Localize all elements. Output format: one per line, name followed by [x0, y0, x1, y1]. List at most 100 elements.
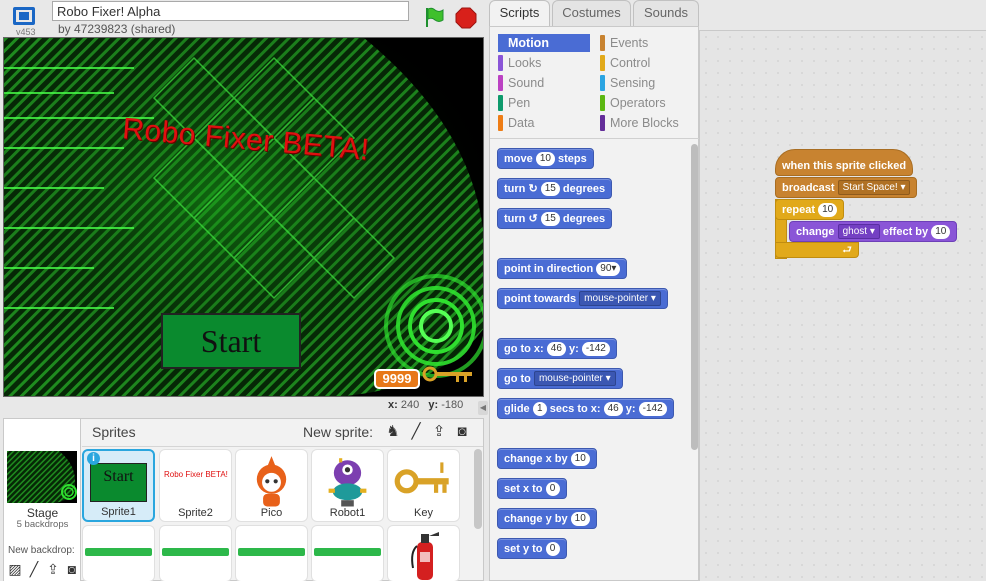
stop-icon[interactable] [455, 7, 477, 29]
stage-label: Stage [26, 506, 59, 520]
category-control[interactable]: Control [600, 54, 692, 72]
category-sound[interactable]: Sound [498, 74, 590, 92]
stage-selector[interactable]: Stage 5 backdrops New backdrop: ▨ ╱ ⇪ ◙ [4, 419, 81, 581]
turn-left-icon: ↺ [528, 213, 538, 225]
block-move-steps[interactable]: move 10 steps [497, 148, 594, 169]
turn-right-icon: ↻ [528, 183, 538, 195]
scripts-area[interactable]: when this sprite clicked broadcast Start… [699, 30, 986, 581]
upload-sprite-icon[interactable]: ⇪ [430, 423, 448, 441]
sprites-header: Sprites New sprite: ♞ ╱ ⇪ ◙ [82, 419, 483, 447]
camera-icon[interactable]: ◙ [64, 561, 80, 577]
sprite-tile-robot1[interactable]: Robot1 [311, 449, 384, 522]
category-operators[interactable]: Operators [600, 94, 692, 112]
key-thumbnail [394, 462, 449, 494]
tab-costumes[interactable]: Costumes [552, 0, 631, 26]
green-flag-icon[interactable] [423, 6, 445, 28]
info-icon[interactable]: i [87, 452, 100, 465]
sprite-list-scrollbar[interactable] [474, 449, 482, 529]
brush-icon[interactable]: ╱ [26, 561, 42, 577]
broadcast-block[interactable]: broadcast Start Space! ▾ [775, 177, 918, 198]
category-swatch [600, 55, 605, 71]
category-motion[interactable]: Motion [498, 34, 590, 52]
category-swatch [600, 75, 605, 91]
sprite-name: Sprite1 [101, 506, 136, 518]
backdrop-count: 5 backdrops [16, 519, 69, 530]
event-hat-block[interactable]: when this sprite clicked [775, 149, 914, 176]
category-looks[interactable]: Looks [498, 54, 590, 72]
sprite-tile[interactable] [311, 525, 384, 581]
category-swatch [498, 55, 503, 71]
block-set-x[interactable]: set x to 0 [497, 478, 567, 499]
category-events[interactable]: Events [600, 34, 692, 52]
sprite-tile-key[interactable]: Key [387, 449, 460, 522]
category-pen[interactable]: Pen [498, 94, 590, 112]
version-label: v453 [16, 27, 36, 37]
fire-extinguisher-icon [411, 532, 439, 580]
backdrop-tools: ▨ ╱ ⇪ ◙ [7, 561, 80, 577]
category-swatch [498, 35, 503, 51]
change-effect-block[interactable]: change ghost ▾ effect by 10 [789, 221, 958, 242]
new-backdrop-label: New backdrop: [8, 545, 75, 556]
sprite-tile-sprite1[interactable]: Start i Sprite1 [82, 449, 155, 522]
sprite-tile-sprite2[interactable]: Robo Fixer BETA! Sprite2 [159, 449, 232, 522]
block-turn-right[interactable]: turn ↻ 15 degrees [497, 178, 613, 199]
palette-scrollbar[interactable] [691, 144, 698, 450]
block-go-to[interactable]: go to mouse-pointer ▾ [497, 368, 623, 389]
sprite-name: Pico [260, 507, 283, 519]
block-change-x[interactable]: change x by 10 [497, 448, 597, 469]
block-palette: Motion Looks Sound Pen Data Events Contr… [489, 26, 700, 581]
sprite2-thumbnail: Robo Fixer BETA! [164, 470, 228, 479]
new-sprite-tools: ♞ ╱ ⇪ ◙ [384, 423, 471, 441]
category-data[interactable]: Data [498, 114, 590, 132]
project-title-input[interactable] [52, 1, 409, 21]
block-change-y[interactable]: change y by 10 [497, 508, 597, 529]
category-swatch [498, 115, 503, 131]
category-swatch [600, 35, 605, 51]
category-selector: Motion Looks Sound Pen Data Events Contr… [490, 27, 700, 139]
sprite-tile[interactable] [235, 525, 308, 581]
sprite-name: Key [414, 507, 433, 519]
category-swatch [600, 95, 605, 111]
collapse-stage-arrow-icon[interactable]: ◀ [478, 401, 488, 415]
block-point-towards[interactable]: point towards mouse-pointer ▾ [497, 288, 668, 309]
score-badge: 9999 [374, 369, 420, 389]
block-set-y[interactable]: set y to 0 [497, 538, 567, 559]
project-byline: by 47239823 (shared) [58, 22, 176, 36]
category-swatch [498, 95, 503, 111]
sprite-tile[interactable] [82, 525, 155, 581]
block-point-in-direction[interactable]: point in direction 90▾ [497, 258, 628, 279]
sprite-tile-extinguisher[interactable] [387, 525, 460, 581]
paint-backdrop-icon[interactable]: ▨ [7, 561, 23, 577]
sprite-tile-pico[interactable]: Pico [235, 449, 308, 522]
palette-blocks: move 10 steps turn ↻ 15 degrees turn ↺ 1… [490, 140, 690, 580]
stage-thumbnail[interactable] [7, 451, 77, 503]
sprite-name: Sprite2 [178, 507, 213, 519]
pico-thumbnail [256, 456, 287, 507]
tab-sounds[interactable]: Sounds [633, 0, 699, 26]
category-swatch [498, 75, 503, 91]
scratch-editor: v453 by 47239823 (shared) [0, 0, 986, 581]
category-more-blocks[interactable]: More Blocks [600, 114, 692, 132]
robot1-thumbnail [328, 458, 367, 507]
sprite-pane: Stage 5 backdrops New backdrop: ▨ ╱ ⇪ ◙ … [3, 418, 484, 581]
category-sensing[interactable]: Sensing [600, 74, 692, 92]
sprite1-thumbnail: Start [90, 463, 147, 502]
block-go-to-xy[interactable]: go to x: 46 y: -142 [497, 338, 617, 359]
paint-sprite-icon[interactable]: ╱ [407, 423, 425, 441]
tab-scripts[interactable]: Scripts [489, 0, 550, 27]
start-button-sprite[interactable]: Start [161, 313, 301, 369]
block-glide[interactable]: glide 1 secs to x: 46 y: -142 [497, 398, 674, 419]
category-swatch [600, 115, 605, 131]
new-sprite-label: New sprite: [303, 424, 374, 440]
mouse-coordinates: x: 240 y: -180 [388, 399, 464, 411]
upload-backdrop-icon[interactable]: ⇪ [45, 561, 61, 577]
sprite-name: Robot1 [329, 507, 366, 519]
sprites-title: Sprites [92, 424, 136, 440]
sprite-library-icon[interactable]: ♞ [384, 423, 402, 441]
block-turn-left[interactable]: turn ↺ 15 degrees [497, 208, 613, 229]
sprite-tile[interactable] [159, 525, 232, 581]
repeat-block[interactable]: repeat 10 [775, 199, 845, 220]
camera-icon[interactable]: ◙ [453, 423, 471, 441]
repeat-loop-arrow-icon: ⮐ [775, 242, 859, 258]
stage[interactable]: Robo Fixer BETA! Start 9999 [3, 37, 484, 397]
